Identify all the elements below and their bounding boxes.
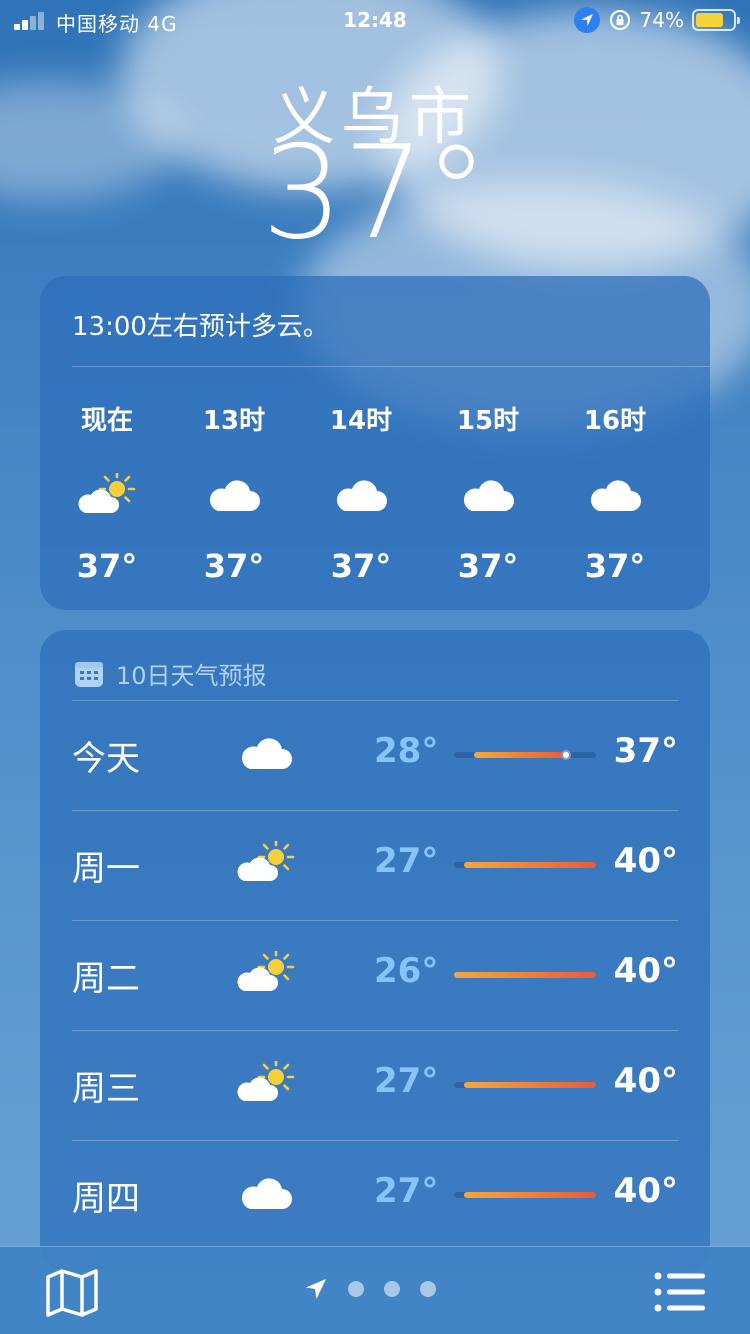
hour-label: 14时 bbox=[329, 406, 393, 436]
page-dot[interactable] bbox=[384, 1281, 400, 1297]
hourly-item: 14时 37° bbox=[306, 400, 416, 585]
high-temperature: 40° bbox=[613, 1061, 678, 1101]
hourly-item: 13时 37° bbox=[179, 400, 289, 585]
forecast-header: 10日天气预报 bbox=[74, 656, 267, 691]
temperature-range-track bbox=[454, 972, 596, 978]
forecast-row[interactable]: 周三 27° 40° bbox=[72, 1031, 678, 1141]
forecast-row[interactable]: 周一 27° 40° bbox=[72, 811, 678, 921]
ten-day-forecast-card[interactable]: 10日天气预报 今天 28° 37° 周一 27° 40° 周二 26° 40° 周三 27° 40°… bbox=[40, 630, 710, 1270]
current-temperature: 37° bbox=[261, 119, 489, 268]
high-temperature: 37° bbox=[613, 731, 678, 771]
orientation-lock-icon bbox=[609, 10, 630, 30]
high-temperature: 40° bbox=[613, 1171, 678, 1211]
high-temperature: 40° bbox=[613, 841, 678, 881]
temperature-range-bar bbox=[474, 752, 566, 758]
cloud-icon bbox=[236, 1171, 296, 1221]
page-indicator[interactable] bbox=[304, 1277, 436, 1301]
hour-label: 现在 bbox=[80, 406, 133, 436]
partly-sunny-icon bbox=[236, 1058, 296, 1111]
hour-label: 16时 bbox=[583, 406, 647, 436]
battery-percentage: 74% bbox=[639, 8, 684, 32]
map-icon[interactable] bbox=[44, 1267, 100, 1317]
forecast-row[interactable]: 周二 26° 40° bbox=[72, 921, 678, 1031]
day-name: 今天 bbox=[72, 739, 140, 779]
hour-temperature: 37° bbox=[584, 547, 646, 585]
hourly-item: 16时 37° bbox=[560, 400, 670, 585]
cloud-icon bbox=[236, 731, 296, 781]
hour-label: 15时 bbox=[456, 406, 520, 436]
low-temperature: 27° bbox=[374, 1061, 439, 1101]
bottom-toolbar bbox=[0, 1246, 750, 1334]
temperature-range-bar bbox=[464, 862, 596, 868]
divider bbox=[72, 366, 710, 367]
temperature-range-track bbox=[454, 1082, 596, 1088]
temperature-range-track bbox=[454, 750, 596, 760]
current-temp-marker bbox=[560, 750, 571, 760]
partly-sunny-icon bbox=[77, 470, 137, 517]
temperature-range-bar bbox=[464, 1192, 596, 1198]
day-name: 周三 bbox=[72, 1069, 140, 1109]
hourly-summary: 13:00左右预计多云。 bbox=[72, 312, 329, 342]
low-temperature: 27° bbox=[374, 1171, 439, 1211]
status-bar: 中国移动 4G 12:48 74% bbox=[0, 0, 750, 40]
day-name: 周二 bbox=[72, 959, 140, 999]
location-arrow-icon[interactable] bbox=[304, 1277, 328, 1301]
low-temperature: 28° bbox=[374, 731, 439, 771]
battery-fill bbox=[696, 13, 723, 27]
temperature-range-track bbox=[454, 862, 596, 868]
hour-temperature: 37° bbox=[457, 547, 519, 585]
temperature-range-bar bbox=[454, 972, 596, 978]
hour-temperature: 37° bbox=[76, 547, 138, 585]
location-services-icon bbox=[573, 7, 600, 33]
high-temperature: 40° bbox=[613, 951, 678, 991]
page-dot[interactable] bbox=[348, 1281, 364, 1297]
hourly-item: 15时 37° bbox=[433, 400, 543, 585]
cloud-icon bbox=[331, 473, 391, 517]
cloud-icon bbox=[585, 473, 645, 517]
calendar-icon bbox=[75, 661, 103, 687]
page-dot[interactable] bbox=[420, 1281, 436, 1297]
hour-temperature: 37° bbox=[203, 547, 265, 585]
forecast-row[interactable]: 周四 27° 40° bbox=[72, 1141, 678, 1251]
forecast-row[interactable]: 今天 28° 37° bbox=[72, 701, 678, 811]
low-temperature: 26° bbox=[374, 951, 439, 991]
cloud-icon bbox=[458, 473, 518, 517]
battery-icon bbox=[692, 9, 740, 31]
temperature-range-track bbox=[454, 1192, 596, 1198]
cloud-icon bbox=[204, 473, 264, 517]
day-name: 周四 bbox=[72, 1179, 140, 1219]
hour-label: 13时 bbox=[202, 406, 266, 436]
partly-sunny-icon bbox=[236, 838, 296, 891]
hourly-item: 现在 37° bbox=[52, 400, 162, 585]
list-icon[interactable] bbox=[654, 1271, 706, 1313]
partly-sunny-icon bbox=[236, 948, 296, 1001]
day-name: 周一 bbox=[72, 849, 140, 889]
temperature-range-bar bbox=[464, 1082, 596, 1088]
forecast-title: 10日天气预报 bbox=[116, 662, 267, 690]
hour-temperature: 37° bbox=[330, 547, 392, 585]
hourly-forecast-card[interactable]: 13:00左右预计多云。 现在 37° 13时 37° 14时 37° 15时 37° 16时 3… bbox=[40, 276, 710, 610]
low-temperature: 27° bbox=[374, 841, 439, 881]
